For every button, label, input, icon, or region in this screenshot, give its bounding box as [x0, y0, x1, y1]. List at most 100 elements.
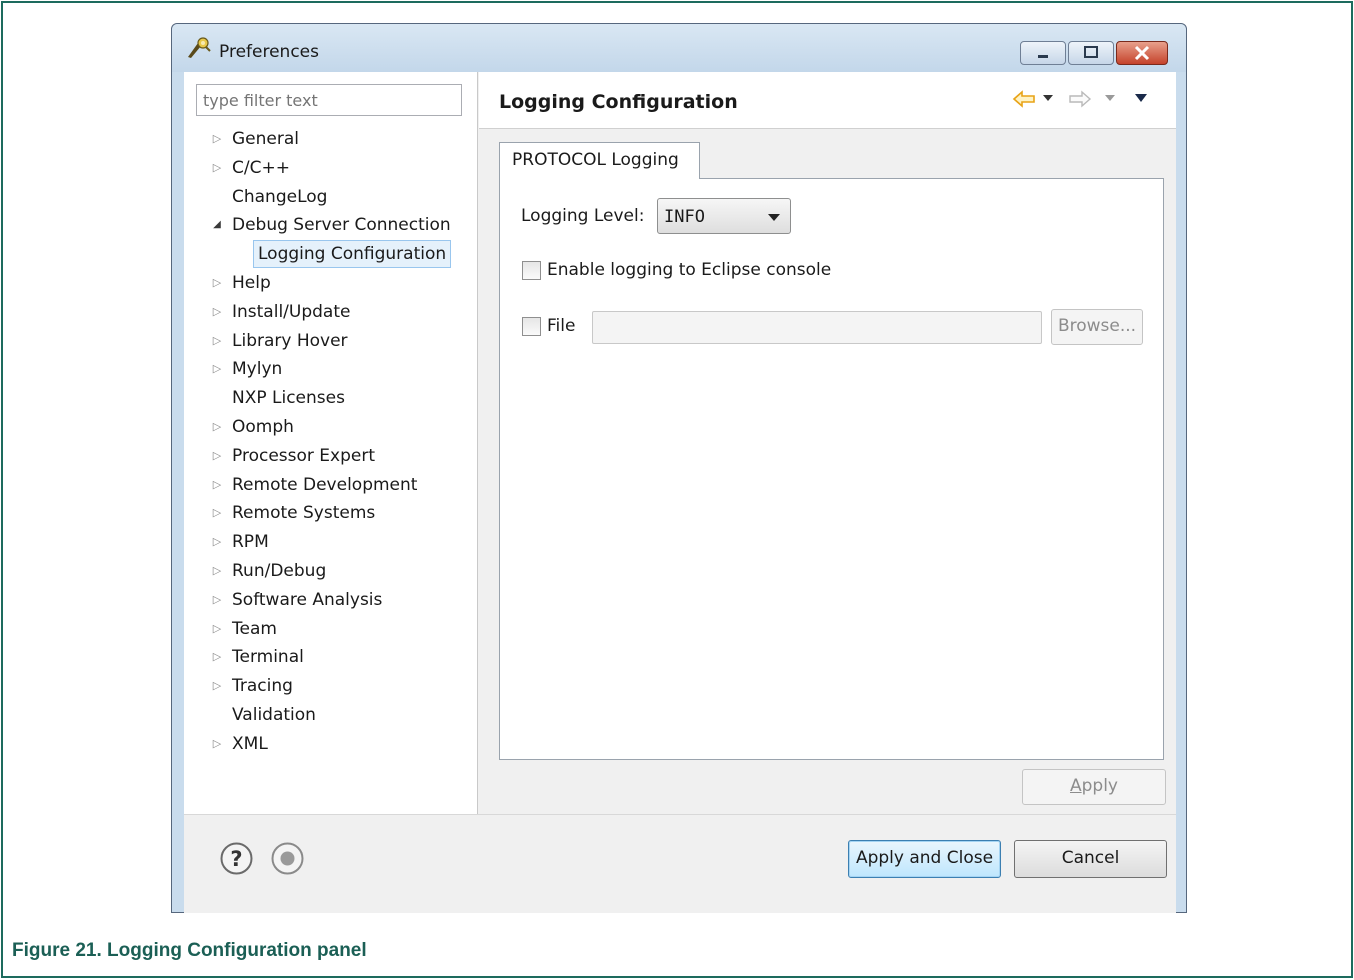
chevron-down-icon [768, 214, 780, 221]
tree-collapse-icon[interactable]: ◢ [210, 211, 224, 239]
tab-protocol-logging[interactable]: PROTOCOL Logging [499, 142, 700, 179]
tree-item[interactable]: ▷ Library Hover [184, 327, 478, 355]
tree-item[interactable]: ▷ General [184, 125, 478, 153]
tree-item-label: Software Analysis [232, 589, 383, 610]
tree-item-label: Help [232, 273, 271, 293]
tree-item[interactable]: ▷ XML [184, 730, 478, 758]
svg-text:?: ? [230, 847, 242, 871]
help-icon[interactable]: ? [220, 842, 253, 875]
window-title: Preferences [219, 42, 319, 62]
maximize-button[interactable] [1068, 41, 1114, 65]
figure-caption: Figure 21. Logging Configuration panel [12, 940, 367, 961]
tree-item-label: NXP Licenses [232, 388, 345, 409]
preference-navigation: ▷ General ▷ C/C++ ChangeLog ◢ Debug Server Con… [184, 72, 478, 814]
forward-dropdown-icon[interactable] [1104, 94, 1116, 102]
tree-expand-icon[interactable]: ▷ [210, 413, 224, 441]
file-label[interactable]: File [547, 316, 575, 336]
dialog-client: ▷ General ▷ C/C++ ChangeLog ◢ Debug Server Con… [184, 72, 1176, 913]
tree-item[interactable]: ▷ Terminal [184, 643, 478, 671]
navigation-buttons [1012, 88, 1160, 110]
tree-expand-icon[interactable]: ▷ [210, 327, 224, 355]
logging-level-select[interactable]: INFO [657, 198, 791, 234]
tree-item[interactable]: ▷ Software Analysis [184, 586, 478, 614]
footer-separator [184, 814, 1176, 815]
tree-expand-icon[interactable]: ▷ [210, 125, 224, 153]
browse-button[interactable]: Browse... [1051, 309, 1143, 345]
view-menu-icon[interactable] [1134, 93, 1148, 103]
tree-item[interactable]: ▷ C/C++ [184, 154, 478, 182]
tree-item-label: General [232, 129, 299, 149]
tree-item-label: Library Hover [232, 330, 348, 351]
tree-expand-icon[interactable]: ▷ [210, 355, 224, 383]
tree-expand-icon[interactable]: ▷ [210, 471, 224, 499]
tree-item[interactable]: ▷ Team [184, 615, 478, 643]
tree-expand-icon[interactable]: ▷ [210, 442, 224, 470]
back-dropdown-icon[interactable] [1042, 94, 1054, 102]
apply-label: Apply [1069, 776, 1118, 796]
tree-expand-icon[interactable]: ▷ [210, 615, 224, 643]
enable-console-label[interactable]: Enable logging to Eclipse console [547, 260, 831, 280]
page-header: Logging Configuration [479, 72, 1176, 129]
tree-item-label: C/C++ [232, 157, 290, 178]
tree-expand-icon[interactable]: ▷ [210, 298, 224, 326]
tree-expand-icon[interactable]: ▷ [210, 269, 224, 297]
tree-item[interactable]: ▷ Processor Expert [184, 442, 478, 470]
minimize-button[interactable] [1020, 41, 1066, 65]
tree-item[interactable]: ChangeLog [184, 183, 478, 211]
tree-expand-icon[interactable]: ▷ [210, 154, 224, 182]
tree-item-label: Oomph [232, 417, 294, 437]
tree-expand-icon[interactable]: ▷ [210, 499, 224, 527]
filter-input[interactable] [196, 84, 462, 116]
tree-item[interactable]: ▷ Tracing [184, 672, 478, 700]
logging-level-label: Logging Level: [521, 206, 645, 226]
file-checkbox[interactable] [522, 317, 541, 336]
tree-item-label: Install/Update [232, 301, 351, 322]
tree-item[interactable]: ▷ RPM [184, 528, 478, 556]
enable-console-checkbox[interactable] [522, 261, 541, 280]
close-icon [1134, 45, 1150, 61]
title-bar[interactable]: Preferences [172, 24, 1186, 72]
tree-item-label: Remote Development [232, 474, 418, 495]
tree-expand-icon[interactable]: ▷ [210, 586, 224, 614]
tree-item-label: Logging Configuration [253, 240, 452, 269]
tree-item-label: Terminal [232, 647, 304, 668]
tree-item[interactable]: ◢ Debug Server Connection [184, 211, 478, 239]
preference-page: Logging Configuration PROTOCOL Logging L… [479, 72, 1176, 814]
apply-and-close-button[interactable]: Apply and Close [848, 840, 1001, 878]
tree-expand-icon[interactable]: ▷ [210, 672, 224, 700]
tree-item-label: Tracing [232, 676, 293, 697]
tree-item[interactable]: ▷ Remote Development [184, 471, 478, 499]
tree-item[interactable]: ▷ Remote Systems [184, 499, 478, 527]
oomph-record-icon[interactable] [271, 842, 304, 875]
close-button[interactable] [1116, 41, 1168, 65]
tree-item-label: Remote Systems [232, 503, 376, 524]
tree-item[interactable]: ▷ Install/Update [184, 298, 478, 326]
cancel-button[interactable]: Cancel [1014, 840, 1167, 878]
preferences-window: Preferences ▷ General ▷ C/C++ ChangeLog ◢ Debu… [171, 23, 1187, 913]
protocol-logging-panel: Logging Level: INFO Enable logging to Ec… [499, 178, 1164, 760]
tree-expand-icon[interactable]: ▷ [210, 730, 224, 758]
maximize-icon [1084, 46, 1098, 58]
file-path-field[interactable] [592, 311, 1042, 344]
tree-item-label: XML [232, 733, 268, 754]
tree-item[interactable]: ▷ Oomph [184, 413, 478, 441]
forward-arrow-icon[interactable] [1068, 90, 1092, 108]
page-title: Logging Configuration [499, 91, 738, 113]
tree-expand-icon[interactable]: ▷ [210, 557, 224, 585]
tree-item[interactable]: ▷ Help [184, 269, 478, 297]
tree-item[interactable]: ▷ Mylyn [184, 355, 478, 383]
minimize-icon [1038, 55, 1048, 58]
tree-expand-icon[interactable]: ▷ [210, 643, 224, 671]
apply-button[interactable]: Apply [1022, 769, 1166, 805]
tree-item[interactable]: Logging Configuration [184, 240, 478, 269]
tree-item[interactable]: NXP Licenses [184, 384, 478, 412]
eclipse-preferences-icon [188, 37, 211, 58]
tree-item[interactable]: Validation [184, 701, 478, 729]
tree-item-label: Team [232, 618, 277, 639]
back-arrow-icon[interactable] [1012, 90, 1036, 108]
logging-level-value: INFO [664, 207, 705, 227]
tree-item-label: RPM [232, 532, 269, 553]
tree-expand-icon[interactable]: ▷ [210, 528, 224, 556]
tree-item[interactable]: ▷ Run/Debug [184, 557, 478, 585]
tree-item-label: Mylyn [232, 359, 283, 380]
